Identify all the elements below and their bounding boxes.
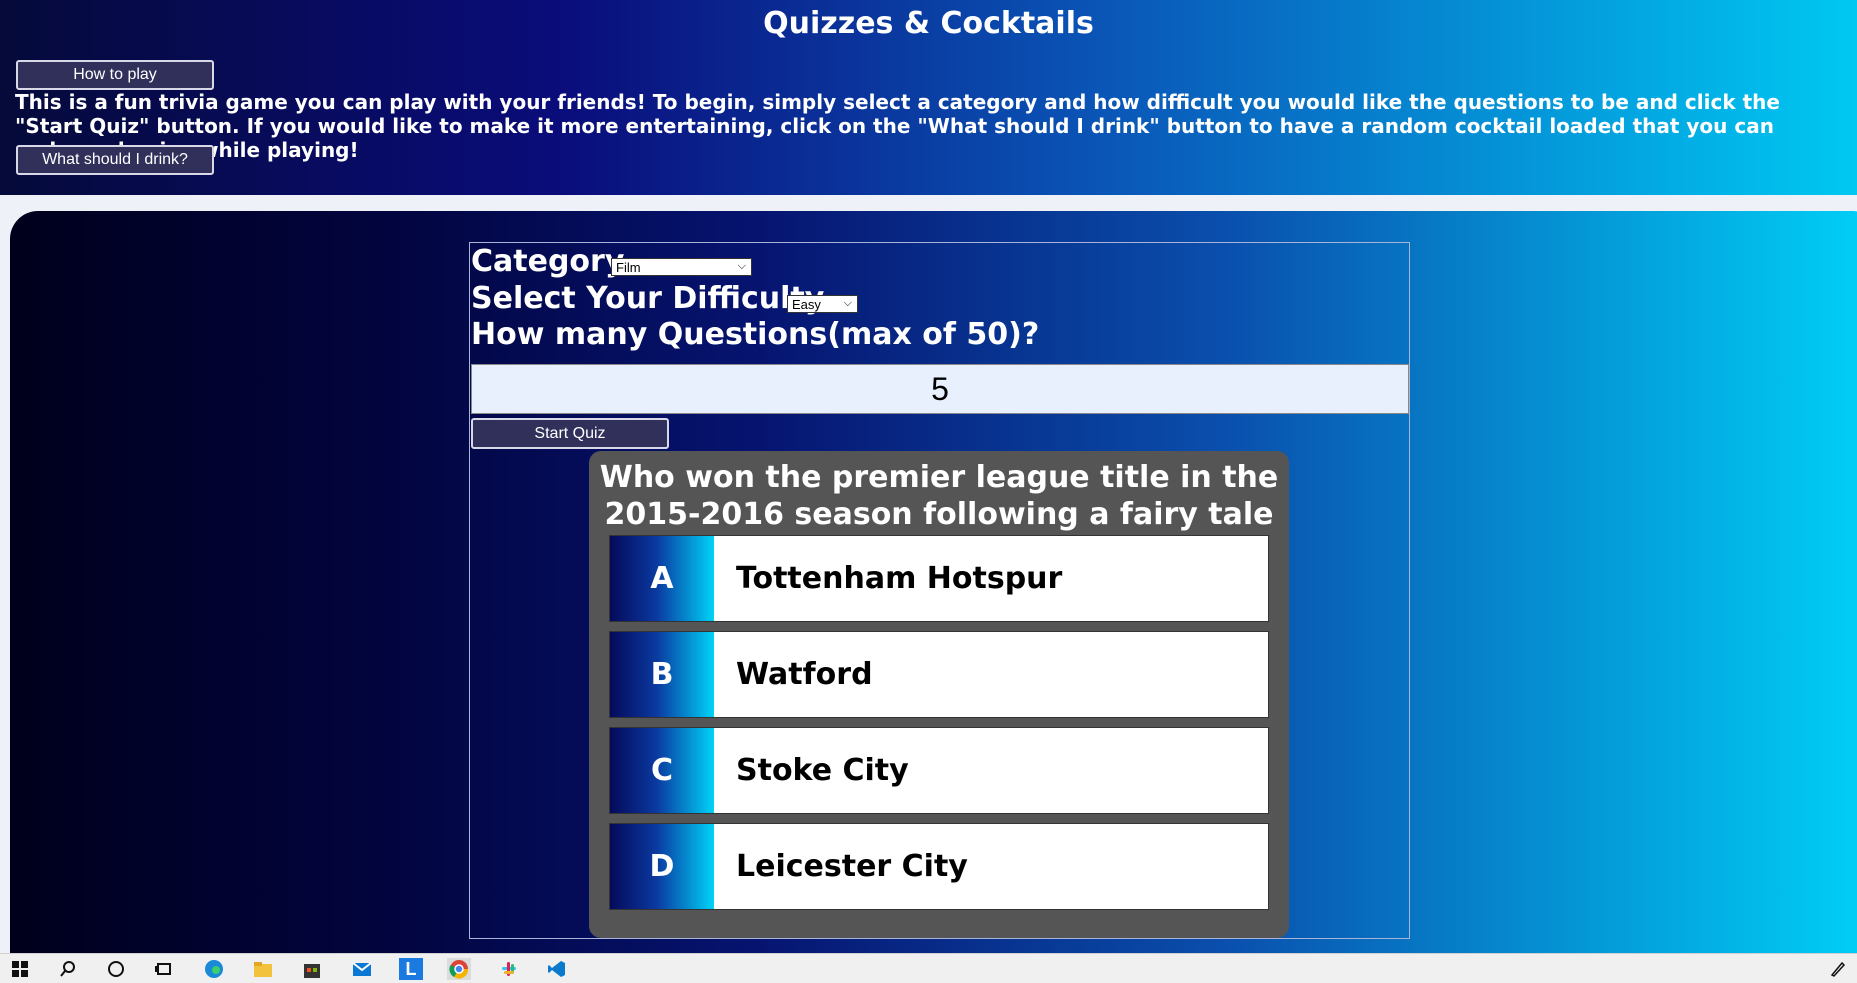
category-select[interactable]: Film ⌵ [611,258,752,276]
store-icon[interactable] [300,958,324,980]
taskbar: L [0,953,1857,983]
answer-text: Watford [736,657,873,692]
chevron-down-icon: ⌵ [843,297,852,309]
mail-icon[interactable] [350,958,374,980]
answer-text: Stoke City [736,753,909,788]
answer-text: Leicester City [736,849,968,884]
answer-option-a[interactable]: A Tottenham Hotspur [609,535,1269,622]
what-should-i-drink-button[interactable]: What should I drink? [16,145,214,175]
slack-icon[interactable] [497,958,521,980]
difficulty-label: Select Your Difficulty [471,281,825,316]
answer-text: Tottenham Hotspur [736,561,1063,596]
difficulty-value: Easy [792,296,821,312]
vscode-icon[interactable] [545,958,569,980]
category-value: Film [616,259,641,275]
file-explorer-icon[interactable] [251,958,275,980]
difficulty-select[interactable]: Easy ⌵ [787,295,858,313]
answer-letter: A [610,536,714,621]
windows-start-icon[interactable] [8,958,32,980]
answer-option-b[interactable]: B Watford [609,631,1269,718]
how-to-play-button[interactable]: How to play [16,60,214,90]
answer-option-c[interactable]: C Stoke City [609,727,1269,814]
answer-letter: C [610,728,714,813]
answer-option-d[interactable]: D Leicester City [609,823,1269,910]
search-icon[interactable] [56,958,80,980]
l-app-icon[interactable]: L [399,958,423,980]
category-label: Category [471,244,625,279]
task-view-icon[interactable] [152,958,176,980]
start-quiz-button[interactable]: Start Quiz [471,418,669,449]
pen-icon[interactable] [1826,958,1850,980]
cortana-icon[interactable] [104,958,128,980]
edge-icon[interactable] [202,958,226,980]
chrome-icon[interactable] [447,958,471,980]
answer-letter: D [610,824,714,909]
question-count-label: How many Questions(max of 50)? [471,317,1040,352]
question-count-input[interactable]: 5 [471,364,1409,414]
answer-letter: B [610,632,714,717]
intro-text: This is a fun trivia game you can play w… [15,90,1780,162]
site-title: Quizzes & Cocktails [763,6,1094,41]
chevron-down-icon: ⌵ [737,260,746,272]
